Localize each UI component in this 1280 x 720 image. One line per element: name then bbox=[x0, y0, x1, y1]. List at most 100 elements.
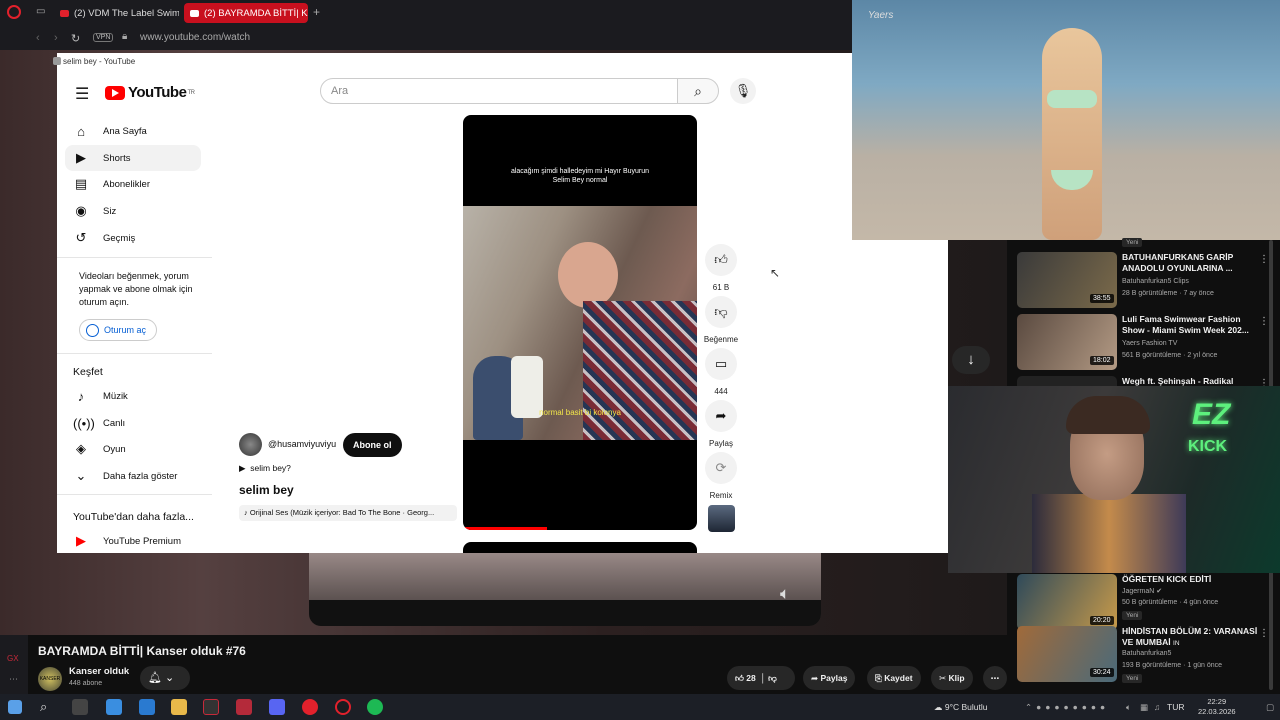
window-title: selim bey - YouTube bbox=[63, 57, 136, 66]
playlist-label-text: selim bey? bbox=[250, 463, 291, 473]
short-video-player[interactable]: alacağım şimdi halledeyim mi Hayır Buyur… bbox=[463, 115, 697, 530]
dislike-button[interactable]: 👎︎ Beğenme bbox=[702, 296, 740, 344]
lock-icon: 🔒︎ bbox=[122, 31, 128, 42]
task-view-icon[interactable] bbox=[72, 699, 88, 715]
more-vertical-icon[interactable]: ⋮ bbox=[1259, 316, 1269, 327]
list-item[interactable]: 38:55 BATUHANFURKAN5 GARİP ANADOLU OYUNL… bbox=[1017, 252, 1277, 310]
video-title-text: HİNDİSTAN BÖLÜM 2: VARANASİ VE MUMBAİ bbox=[1122, 626, 1258, 647]
search-input[interactable]: Ara bbox=[320, 78, 678, 104]
video-title: ÖĞRETEN KICK EDİTİ bbox=[1122, 574, 1212, 584]
short-progress-bar[interactable] bbox=[463, 527, 548, 530]
notification-bell-button[interactable]: 🔔︎ ⌄ bbox=[140, 666, 190, 690]
discord-icon[interactable] bbox=[269, 699, 285, 715]
window-favicon-icon bbox=[53, 57, 61, 65]
remix-button[interactable]: ⟳ Remix bbox=[702, 452, 740, 500]
clip-button[interactable]: ✂ Klip bbox=[931, 666, 973, 690]
user-icon: ◉ bbox=[75, 203, 87, 218]
comments-button[interactable]: ▭ 444 bbox=[702, 348, 740, 396]
youtube-logo[interactable]: YouTube TR bbox=[105, 84, 195, 101]
like-dislike-group[interactable]: 👍︎ 28 │ 👎︎ bbox=[727, 666, 795, 690]
watermark: Yaers bbox=[868, 10, 894, 21]
share-button[interactable]: ➦ Paylaş bbox=[803, 666, 856, 690]
sign-in-button[interactable]: Oturum aç bbox=[79, 319, 158, 341]
sidebar-item-show-more[interactable]: ⌄ Daha fazla göster bbox=[65, 463, 201, 489]
opera-gx-alt-icon[interactable] bbox=[335, 699, 351, 715]
language-indicator[interactable]: TUR bbox=[1167, 702, 1184, 712]
list-item[interactable]: 30:24 HİNDİSTAN BÖLÜM 2: VARANASİ VE MUM… bbox=[1017, 626, 1277, 684]
url-field[interactable]: www.youtube.com/watch bbox=[140, 32, 250, 43]
short-playlist-label[interactable]: ▶ selim bey? bbox=[239, 463, 291, 474]
sidebar-item-shorts[interactable]: ▶ Shorts bbox=[65, 145, 201, 171]
opera-gx-icon[interactable] bbox=[203, 699, 219, 715]
reload-icon[interactable]: ↻ bbox=[71, 32, 80, 45]
microphone-icon[interactable]: 🎙︎ bbox=[730, 78, 756, 104]
more-vertical-icon[interactable]: ⋮ bbox=[1259, 254, 1269, 265]
gx-icon[interactable]: GX bbox=[7, 654, 19, 663]
network-icon[interactable]: ▦ bbox=[1140, 702, 1148, 713]
scroll-down-icon[interactable]: ↓ bbox=[952, 346, 990, 374]
forward-icon[interactable]: › bbox=[54, 32, 58, 44]
stream-channel-name[interactable]: Kanser olduk bbox=[69, 666, 129, 677]
tab-switcher-icon[interactable]: ▭ bbox=[36, 6, 45, 17]
sidebar-item-history[interactable]: ↺ Geçmiş bbox=[65, 225, 201, 251]
subscribe-button[interactable]: Abone ol bbox=[343, 433, 402, 457]
clock[interactable]: 22:29 22.03.2026 bbox=[1198, 697, 1236, 717]
sound-thumbnail[interactable] bbox=[708, 505, 735, 532]
tab-bayramda[interactable]: (2) BAYRAMDA BİTTİ| Kan bbox=[184, 3, 308, 23]
sidebar-item-live[interactable]: ((•)) Canlı bbox=[65, 410, 201, 436]
opera-logo-icon[interactable] bbox=[7, 5, 21, 19]
search-icon[interactable]: ⌕ bbox=[40, 699, 47, 715]
weather-widget[interactable]: ☁ 9°C Bulutlu bbox=[934, 702, 988, 713]
list-item[interactable]: 20:20 ÖĞRETEN KICK EDİTİ JagermaN ✔ 50 B… bbox=[1017, 574, 1277, 632]
hamburger-menu-icon[interactable]: ☰ bbox=[75, 84, 89, 104]
sidebar-item-you[interactable]: ◉ Siz bbox=[65, 198, 201, 224]
volume-icon[interactable]: ♫ bbox=[1154, 702, 1160, 712]
thumbs-up-icon: 👍︎ bbox=[705, 244, 737, 276]
vpn-badge[interactable]: VPN bbox=[93, 33, 114, 42]
bikini-top bbox=[1047, 90, 1097, 108]
remix-icon: ⟳ bbox=[705, 452, 737, 484]
edge-icon[interactable] bbox=[139, 699, 155, 715]
youtube-icon bbox=[60, 9, 69, 17]
file-explorer-icon[interactable] bbox=[171, 699, 187, 715]
like-count: 28 bbox=[746, 673, 756, 683]
clock-date: 22.03.2026 bbox=[1198, 707, 1236, 716]
sidebar-item-label: Oyun bbox=[103, 443, 126, 455]
search-icon[interactable]: ⌕ bbox=[677, 78, 719, 104]
sidebar-item-home[interactable]: ⌂ Ana Sayfa bbox=[65, 118, 201, 144]
short-title: selim bey bbox=[239, 483, 294, 497]
channel-avatar[interactable]: KANSER OLDUK bbox=[38, 667, 62, 706]
next-short-preview[interactable] bbox=[463, 542, 697, 553]
sidebar-item-subscriptions[interactable]: ▤ Abonelikler bbox=[65, 171, 201, 197]
copilot-icon[interactable] bbox=[106, 699, 122, 715]
windows-start-icon[interactable] bbox=[8, 700, 22, 714]
video-duration: 18:02 bbox=[1090, 356, 1114, 365]
more-actions-button[interactable]: ⋯ bbox=[983, 666, 1007, 690]
audio-chip[interactable]: ♪ Orijinal Ses (Müzik içeriyor: Bad To T… bbox=[239, 505, 457, 521]
channel-name[interactable]: @husamviyuviyu bbox=[268, 439, 336, 449]
back-icon[interactable]: ‹ bbox=[36, 32, 40, 44]
sign-in-label: Oturum aç bbox=[104, 325, 147, 335]
tab-vdm[interactable]: (2) VDM The Label Swimw bbox=[54, 3, 179, 23]
more-vertical-icon[interactable]: ⋮ bbox=[1259, 628, 1269, 639]
tray-icons[interactable]: ⌃●●●●●●●● bbox=[1025, 702, 1109, 713]
channel-avatar[interactable] bbox=[239, 433, 262, 456]
list-item[interactable]: 18:02 Luli Fama Swimwear Fashion Show - … bbox=[1017, 314, 1277, 372]
like-button[interactable]: 👍︎ 61 B bbox=[702, 244, 740, 292]
sidebar-item-music[interactable]: ♪ Müzik bbox=[65, 383, 201, 409]
save-button[interactable]: ⎘ Kaydet bbox=[867, 666, 921, 690]
notifications-icon[interactable]: ▢ bbox=[1266, 702, 1274, 713]
opera-icon[interactable] bbox=[302, 699, 318, 715]
mute-icon[interactable]: 🔈︎ bbox=[780, 584, 790, 604]
video-editor-icon[interactable] bbox=[236, 699, 252, 715]
share-button[interactable]: ➦ Paylaş bbox=[702, 400, 740, 448]
sidebar-item-gaming[interactable]: ◈ Oyun bbox=[65, 436, 201, 462]
video-meta: 28 B görüntüleme · 7 ay önce bbox=[1122, 290, 1214, 297]
man-head bbox=[558, 242, 618, 308]
sidebar-item-premium[interactable]: ▶ YouTube Premium bbox=[65, 528, 201, 554]
video-meta: 50 B görüntüleme · 4 gün önce bbox=[1122, 599, 1219, 606]
more-icon[interactable]: ⋯ bbox=[9, 674, 18, 685]
plus-icon[interactable]: + bbox=[313, 5, 320, 19]
spotify-icon[interactable] bbox=[367, 699, 383, 715]
speaker-icon[interactable]: 🔈︎ bbox=[1126, 702, 1131, 713]
